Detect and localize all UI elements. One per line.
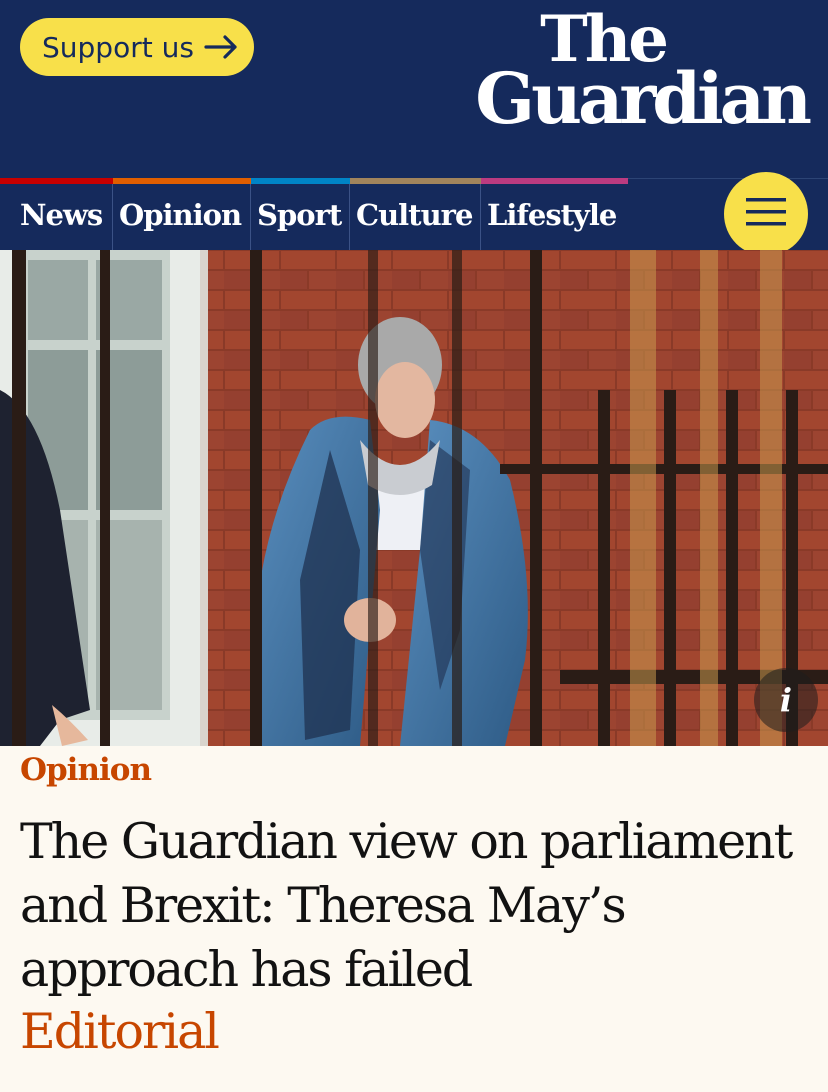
article-main-image: i (0, 250, 828, 746)
article-headline: The Guardian view on parliament and Brex… (20, 813, 793, 998)
nav-item-lifestyle[interactable]: Lifestyle (481, 178, 628, 251)
nav-item-label: Sport (257, 198, 342, 232)
nav-color-bar (350, 178, 481, 184)
nav-item-culture[interactable]: Culture (350, 178, 481, 251)
nav-item-label: Opinion (119, 198, 242, 232)
nav-item-sport[interactable]: Sport (251, 178, 350, 251)
nav-color-bar (0, 178, 113, 184)
nav-item-opinion[interactable]: Opinion (113, 178, 251, 251)
hero-photo (0, 250, 828, 746)
nav-item-label: News (20, 198, 103, 232)
nav-item-label: Lifestyle (487, 198, 617, 232)
guardian-logo[interactable]: The Guardian (458, 6, 812, 140)
support-us-label: Support us (42, 30, 194, 64)
info-icon: i (779, 681, 793, 719)
menu-button[interactable] (724, 172, 808, 256)
nav-item-news[interactable]: News (0, 178, 113, 251)
article-standfirst: Editorial (20, 1003, 220, 1060)
info-button[interactable]: i (754, 668, 818, 732)
logo-guardian: Guardian (475, 57, 812, 140)
nav-color-bar (481, 178, 628, 184)
masthead: Support us The Guardian (0, 0, 828, 178)
nav-color-bar (251, 178, 350, 184)
nav-color-bar (113, 178, 251, 184)
hamburger-icon (746, 198, 786, 230)
primary-nav: News Opinion Sport Culture Lifestyle (0, 178, 828, 251)
section-kicker[interactable]: Opinion (20, 752, 152, 788)
support-us-button[interactable]: Support us (20, 18, 254, 76)
arrow-right-icon (204, 33, 240, 61)
nav-item-label: Culture (356, 198, 473, 232)
